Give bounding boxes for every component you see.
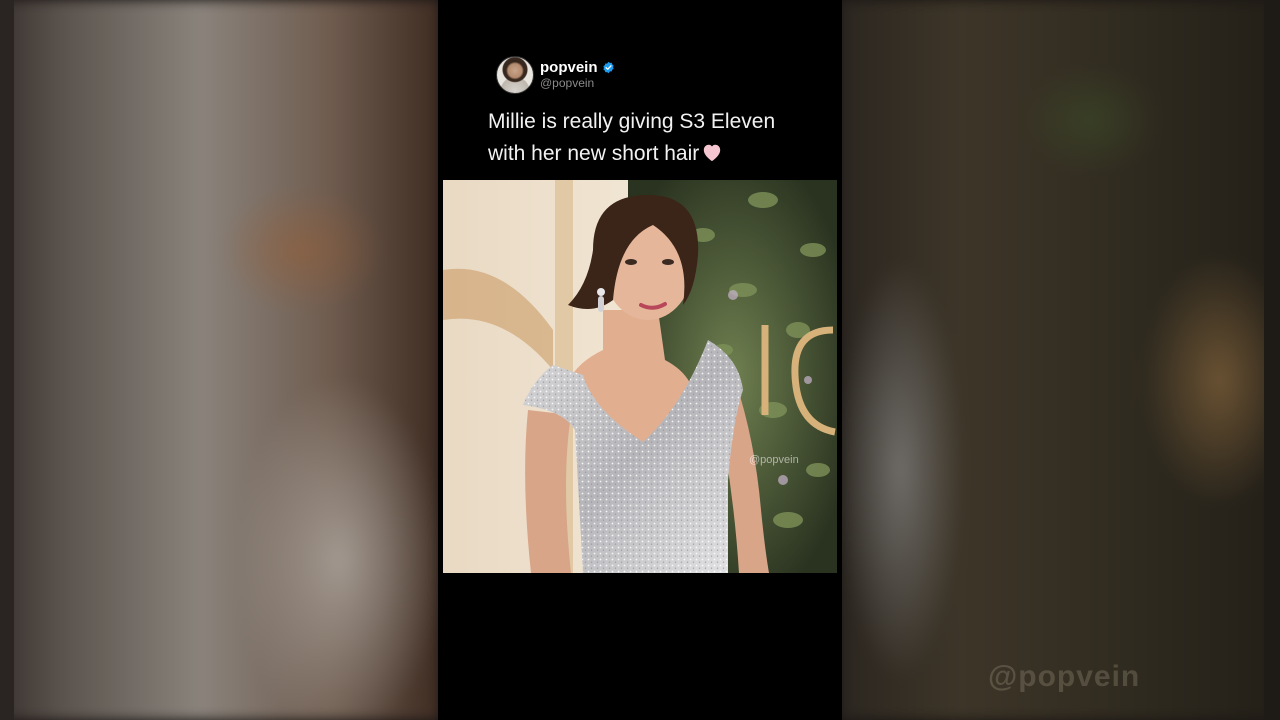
- author-info: popvein @popvein: [540, 59, 615, 91]
- photo-watermark: @popvein: [749, 454, 799, 466]
- background-edge-left: [0, 0, 14, 720]
- name-row: popvein: [540, 59, 615, 76]
- video-frame: @popvein popvein @popvein Millie is real…: [0, 0, 1280, 720]
- background-edge-right: [1264, 0, 1280, 720]
- post-photo[interactable]: @popvein: [443, 180, 837, 573]
- avatar[interactable]: [496, 56, 534, 94]
- background-watermark: @popvein: [988, 660, 1141, 693]
- blurred-background-right: [840, 0, 1280, 720]
- pink-heart-icon: [701, 140, 723, 162]
- verified-badge-icon: [602, 61, 615, 74]
- blurred-background-left: [0, 0, 440, 720]
- tweet-panel: popvein @popvein Millie is really giving…: [438, 0, 842, 720]
- author-handle[interactable]: @popvein: [540, 76, 615, 91]
- tweet-text-line-1: Millie is really giving S3 Eleven: [488, 110, 776, 133]
- tweet-text: Millie is really giving S3 Eleven with h…: [488, 106, 828, 170]
- tweet-header: popvein @popvein: [496, 56, 615, 94]
- display-name[interactable]: popvein: [540, 59, 598, 76]
- tweet-text-line-2-wrap: with her new short hair: [488, 138, 828, 170]
- tweet-text-line-2: with her new short hair: [488, 142, 700, 165]
